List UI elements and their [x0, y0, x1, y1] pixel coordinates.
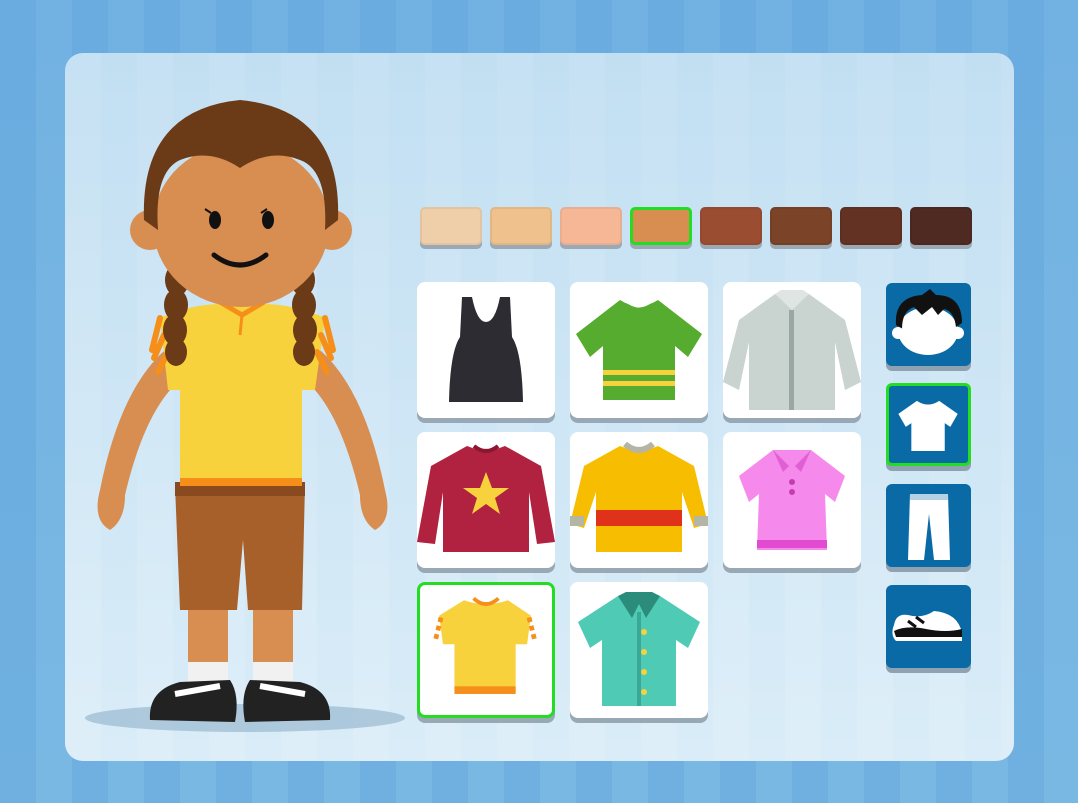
polo-icon [739, 450, 845, 550]
hair-icon [892, 289, 964, 355]
outfit-tile-star-sweater[interactable] [417, 432, 555, 568]
skin-tone-swatch[interactable] [770, 207, 832, 245]
outfit-tile-yellow-sweater[interactable] [570, 432, 708, 568]
dress-shirt-icon [723, 290, 861, 410]
shoe-icon [892, 611, 962, 641]
avatar-head [153, 143, 329, 307]
tshirt-icon [898, 400, 958, 451]
tshirt-icon [576, 297, 702, 400]
outfit-tile-teal-shirt[interactable] [570, 582, 708, 718]
category-button-bottoms[interactable] [886, 484, 971, 567]
sweater-icon [570, 441, 708, 552]
skin-tone-swatch[interactable] [490, 207, 552, 245]
shirt-icon [578, 592, 700, 706]
skin-tone-swatch[interactable] [420, 207, 482, 245]
outfit-tile-tank-top[interactable] [417, 282, 555, 418]
category-button-shoes[interactable] [886, 585, 971, 668]
outfit-tile-grey-shirt[interactable] [723, 282, 861, 418]
tank-top-icon [449, 297, 523, 402]
skin-tone-swatch[interactable] [560, 207, 622, 245]
skin-tone-swatch[interactable] [630, 207, 692, 245]
avatar-shorts [175, 485, 305, 610]
avatar-preview [85, 100, 405, 732]
avatar-eye-right [262, 211, 274, 229]
outfit-tile-pink-polo[interactable] [723, 432, 861, 568]
blouse-icon [433, 596, 538, 694]
outfit-tile-green-tshirt[interactable] [570, 282, 708, 418]
skin-tone-picker [420, 207, 972, 245]
skin-tone-swatch[interactable] [910, 207, 972, 245]
skin-tone-swatch[interactable] [700, 207, 762, 245]
sweater-icon [417, 444, 555, 552]
avatar-eye-left [209, 211, 221, 229]
category-button-tops[interactable] [886, 383, 971, 466]
category-button-hair[interactable] [886, 283, 971, 366]
avatar-right-arm [305, 350, 388, 530]
pants-icon [908, 494, 950, 560]
skin-tone-swatch[interactable] [840, 207, 902, 245]
outfit-tile-yellow-ruffle-top[interactable] [417, 582, 555, 718]
